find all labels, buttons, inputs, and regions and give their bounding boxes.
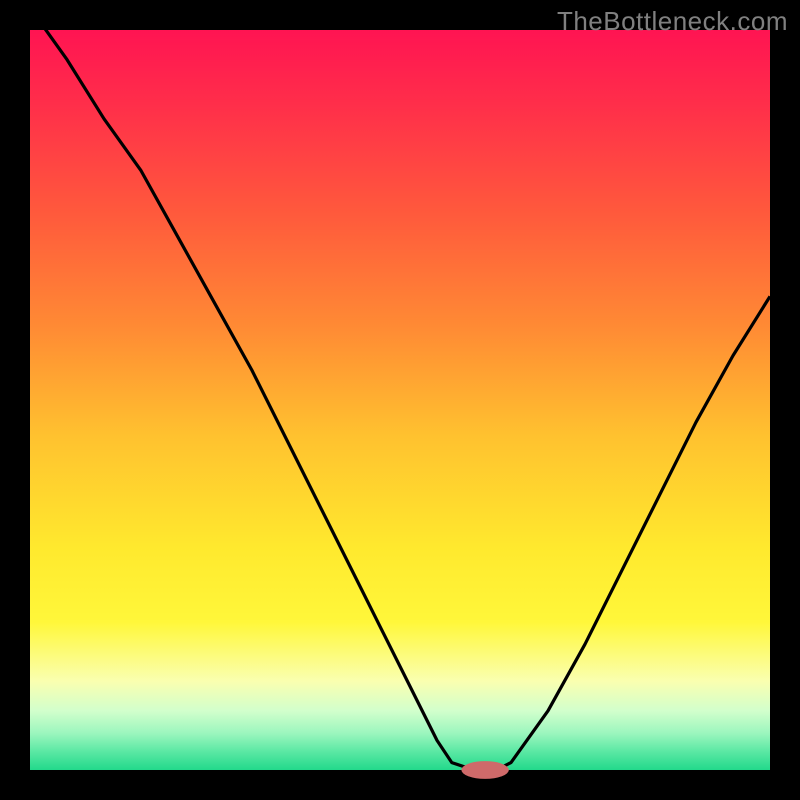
optimal-point-marker — [461, 761, 508, 779]
chart-frame: TheBottleneck.com — [0, 0, 800, 800]
watermark-text: TheBottleneck.com — [557, 6, 788, 37]
plot-area — [30, 30, 770, 770]
bottleneck-curve — [30, 30, 770, 770]
